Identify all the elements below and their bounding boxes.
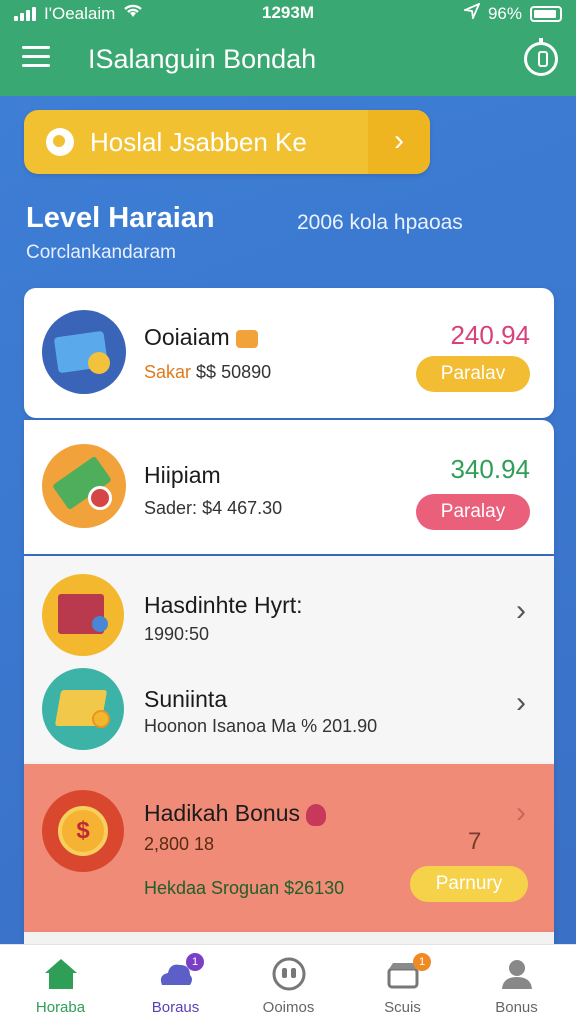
gift-box-icon [42,574,124,656]
list-item-title: Hasdinhte Hyrt: [144,592,303,618]
nav-label: Bonus [495,999,538,1016]
card-amount: 340.94 [450,454,530,484]
profile-icon [499,957,535,991]
level-title: Level Haraian [26,202,215,234]
nav-item-ooimos[interactable]: Ooimos [231,945,346,1024]
card-sub-value: $4 467.30 [202,498,283,518]
timer-icon-button[interactable] [524,38,558,76]
title-bar: ISalanguin Bondah [0,36,576,86]
card-subtitle: Sakar $$ 50890 [144,362,271,383]
card-title-text: Ooiaiam [144,324,230,350]
bonus-subtitle: 2,800 18 [144,834,215,854]
home-icon [43,957,79,991]
reward-card: Ooiaiam Sakar $$ 50890 240.94 Paralav [24,288,554,418]
badge-icon [306,803,326,826]
list-item-subtitle: Hoonon Isanoa Ma % 201.90 [144,716,378,736]
bonus-title: Hadikah Bonus [144,800,326,827]
chevron-right-icon[interactable]: › [516,796,526,830]
app-header: I'Oealaim 1293M 96% ISalanguin Bondah [0,0,576,96]
card-sub-label: Sader: [144,498,198,518]
bonus-claim-button[interactable]: Parnury [410,866,528,902]
gift-icon [235,329,258,348]
nav-badge: 1 [413,953,431,971]
reward-card: Hiipiam Sader: $4 467.30 340.94 Paralay [24,420,554,554]
level-info: 2006 kola hpaoas [297,211,463,234]
battery-percent: 96% [487,3,522,23]
nav-label: Boraus [151,999,200,1016]
claim-button[interactable]: Paralav [416,356,530,392]
list-item-title: Suniinta [144,686,228,712]
bonus-extra: Hekdaa Sroguan $26130 [144,878,345,898]
nav-item-bonus[interactable]: Bonus [459,945,574,1024]
chevron-right-icon: › [368,110,430,174]
card-sub-value: $$ 50890 [196,362,272,382]
card-subtitle: Sader: $4 467.30 [144,498,282,519]
card-title: Ooiaiam [144,324,258,351]
card-sub-label: Sakar [144,362,192,382]
nav-label: Ooimos [262,999,315,1016]
status-right: 96% [461,2,562,24]
bottom-nav: Horaba 1 Boraus Ooimos 1 Scuis Bonus [0,944,576,1024]
card-title: Hiipiam [144,462,221,488]
nav-item-home[interactable]: Horaba [3,945,118,1024]
card-amount: 240.94 [450,320,530,350]
chat-icon [46,128,74,156]
menu-button[interactable] [22,46,50,70]
app-title: ISalanguin Bondah [88,44,317,74]
nav-item-scuis[interactable]: 1 Scuis [345,945,460,1024]
task-list: Hasdinhte Hyrt: 1990:50 › Suniinta Hoono… [24,556,554,764]
nav-label: Scuis [384,999,421,1016]
contacts-icon [271,957,307,991]
bonus-card: $ Hadikah Bonus 2,800 18 Hekdaa Sroguan … [24,764,554,932]
nav-label: Horaba [35,999,86,1016]
promo-banner[interactable]: Hoslal Jsabben Ke › [24,110,430,174]
bonus-marker: 7 [468,828,482,855]
list-item-subtitle: 1990:50 [144,624,210,644]
claim-button[interactable]: Paralay [416,494,530,530]
wallet-icon [42,310,126,394]
level-subtitle: Corclankandaram [26,242,176,263]
banner-text: Hoslal Jsabben Ke [90,127,307,157]
bonus-title-text: Hadikah Bonus [144,800,300,826]
battery-icon [530,5,562,22]
cash-stack-icon [42,668,124,750]
nav-item-boraus[interactable]: 1 Boraus [118,945,233,1024]
money-icon [42,444,126,528]
nav-badge: 1 [186,953,204,971]
chevron-right-icon[interactable]: › [516,686,526,720]
chevron-right-icon[interactable]: › [516,594,526,628]
location-icon [461,2,481,24]
status-bar: I'Oealaim 1293M 96% [0,0,576,28]
bonus-coin-icon: $ [42,790,124,872]
